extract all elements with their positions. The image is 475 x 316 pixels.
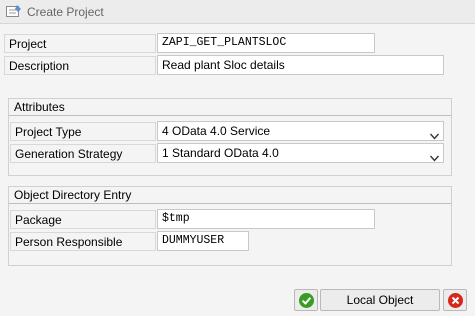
project-type-select[interactable]: 4 OData 4.0 Service — [157, 121, 444, 141]
package-field[interactable]: $tmp — [157, 209, 375, 229]
chevron-down-icon[interactable] — [429, 149, 440, 162]
generation-strategy-value: 1 Standard OData 4.0 — [162, 146, 279, 160]
title-bar: Create Project — [0, 0, 475, 24]
project-label: Project — [4, 34, 156, 53]
confirm-button[interactable] — [294, 289, 318, 311]
generation-strategy-label: Generation Strategy — [10, 144, 156, 163]
person-responsible-field[interactable]: DUMMYUSER — [157, 231, 249, 251]
local-object-button[interactable]: Local Object — [320, 289, 440, 311]
create-project-dialog: Create Project Project ZAPI_GET_PLANTSLO… — [0, 0, 475, 316]
project-field[interactable]: ZAPI_GET_PLANTSLOC — [157, 33, 375, 53]
object-directory-group-title: Object Directory Entry — [9, 187, 451, 204]
dialog-title: Create Project — [27, 5, 104, 19]
description-field[interactable]: Read plant Sloc details — [157, 55, 444, 75]
generation-strategy-select[interactable]: 1 Standard OData 4.0 — [157, 143, 444, 163]
package-label: Package — [10, 210, 156, 229]
create-document-icon — [6, 5, 22, 19]
person-responsible-label: Person Responsible — [10, 232, 156, 251]
attributes-group-title: Attributes — [9, 99, 451, 116]
description-label: Description — [4, 56, 156, 75]
cancel-button[interactable] — [443, 289, 467, 311]
project-type-value: 4 OData 4.0 Service — [162, 124, 271, 138]
chevron-down-icon[interactable] — [429, 127, 440, 140]
project-type-label: Project Type — [10, 122, 156, 141]
